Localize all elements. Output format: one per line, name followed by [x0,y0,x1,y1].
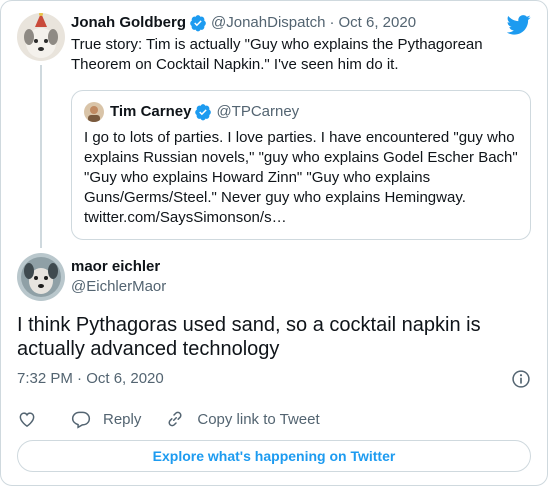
author-handle[interactable]: @JonahDispatch [211,13,325,33]
tweet-text: True story: Tim is actually "Guy who exp… [71,36,483,73]
heart-icon [19,412,35,427]
quoted-avatar [84,102,104,122]
quoted-author-name: Tim Carney [110,103,192,120]
link-icon [168,411,182,427]
quoted-tweet-text: I go to lots of parties. I love parties.… [84,129,518,226]
tweet-embed-card: Jonah Goldberg @JonahDispatch · Oct 6, 2… [0,0,548,486]
explore-twitter-button[interactable]: Explore what's happening on Twitter [17,440,531,472]
dog-avatar-icon [17,253,65,301]
reply-label: Reply [103,410,142,428]
quoted-tweet[interactable]: Tim Carney @TPCarney I go to lots of par… [71,90,531,240]
tweet-text: I think Pythagoras used sand, so a cockt… [17,314,481,360]
copy-link-button[interactable]: Copy link to Tweet [165,409,320,429]
avatar[interactable] [17,13,65,61]
reply-icon [71,411,91,429]
verified-badge-icon [190,15,206,32]
person-avatar-icon [84,102,104,122]
tweet-date[interactable]: Oct 6, 2020 [338,13,416,33]
info-icon[interactable] [511,369,531,389]
reply-button[interactable]: Reply [71,409,141,429]
dog-party-hat-avatar-icon [17,13,65,61]
author-handle[interactable]: @EichlerMaor [71,277,166,297]
tweet-timestamp[interactable]: 7:32 PM · Oct 6, 2020 [17,369,164,389]
thread-connector-line [40,65,42,248]
action-bar: Reply Copy link to Tweet [17,409,344,429]
author-name[interactable]: maor eichler [71,257,166,277]
author-name[interactable]: Jonah Goldberg [71,13,186,33]
verified-badge-icon [195,104,212,121]
copy-link-label: Copy link to Tweet [197,410,320,428]
avatar[interactable] [17,253,65,301]
quoted-author-handle: @TPCarney [216,103,300,120]
separator-dot: · [329,14,335,31]
like-button[interactable] [17,409,37,429]
